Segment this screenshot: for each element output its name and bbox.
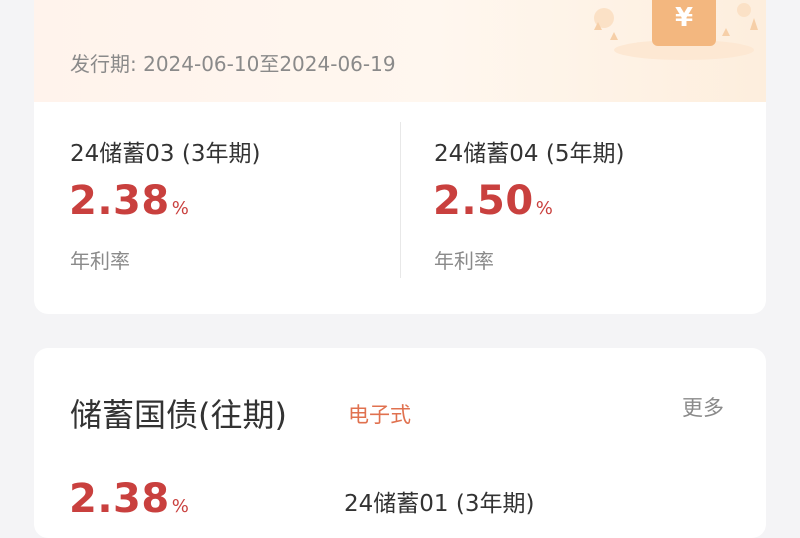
issue-period: 发行期: 2024-06-10至2024-06-19 [70, 52, 396, 76]
bond-name: 24储蓄04 (5年期) [434, 141, 625, 167]
section-title: 储蓄国债(往期) [70, 396, 287, 434]
rate-value: 2.38 [69, 476, 170, 522]
rate-unit: % [171, 198, 190, 219]
rate-value: 2.50 [433, 178, 534, 224]
annual-rate: 2.38% [69, 476, 189, 522]
rate-label: 年利率 [434, 249, 494, 273]
yuan-envelope-icon: ¥ [594, 0, 758, 60]
svg-text:¥: ¥ [675, 3, 693, 33]
rate-value: 2.38 [69, 178, 170, 224]
rate-label: 年利率 [70, 249, 130, 273]
annual-rate: 2.50% [433, 178, 553, 224]
rate-unit: % [535, 198, 554, 219]
column-divider [400, 122, 401, 278]
issue-banner: 发行期: 2024-06-10至2024-06-19 ¥ [34, 0, 766, 102]
bond-name: 24储蓄03 (3年期) [70, 141, 261, 167]
annual-rate: 2.38% [69, 178, 189, 224]
current-bond-card: 发行期: 2024-06-10至2024-06-19 ¥ 24储蓄03 (3年期… [34, 0, 766, 314]
past-bonds-card: 储蓄国债(往期) 电子式 更多 2.38% 24储蓄01 (3年期) [34, 348, 766, 538]
bond-name: 24储蓄01 (3年期) [344, 491, 535, 517]
more-link[interactable]: 更多 [682, 392, 724, 422]
electronic-tag: 电子式 [348, 403, 411, 427]
rate-unit: % [171, 496, 190, 517]
